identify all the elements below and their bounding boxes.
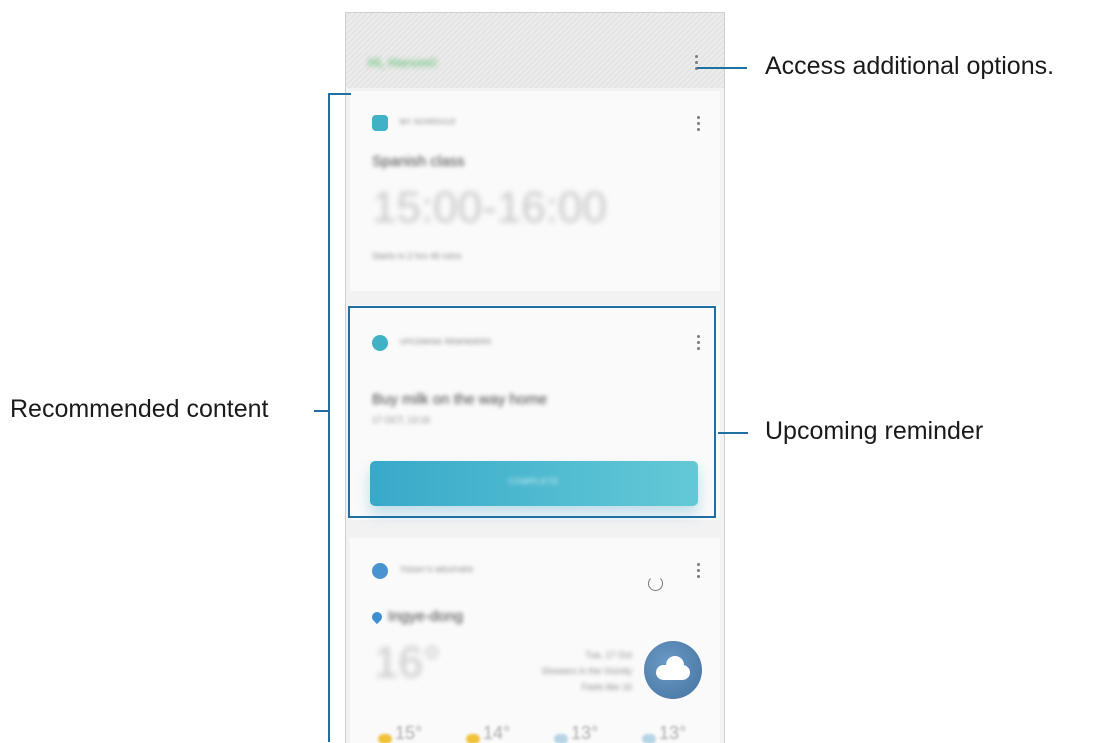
schedule-starts-in: Starts in 2 hrs 46 mins xyxy=(372,251,462,261)
greeting-text: Hi, Harumi! xyxy=(368,55,438,70)
forecast-temp: 14° xyxy=(483,723,511,743)
options-callout-label: Access additional options. xyxy=(765,52,1055,80)
weather-card-title: TODAY'S WEATHER xyxy=(400,567,474,574)
calendar-icon xyxy=(372,115,388,131)
forecast-temp: 13° xyxy=(571,723,599,743)
reminder-highlight-box xyxy=(348,306,716,518)
location-pin-icon xyxy=(369,609,385,625)
reminder-callout-line xyxy=(718,432,748,434)
forecast-item: 15° xyxy=(378,723,422,743)
cloud-icon xyxy=(644,641,702,699)
weather-description: Showers in the Vicinity xyxy=(541,666,632,676)
header-bar: Hi, Harumi! xyxy=(346,13,724,88)
refresh-icon[interactable] xyxy=(648,576,663,591)
recommended-bracket-top xyxy=(328,93,351,95)
forecast-temp: 15° xyxy=(395,723,423,743)
card-more-options-icon[interactable] xyxy=(697,563,701,579)
recommended-callout-line xyxy=(314,410,329,412)
forecast-item: 13° xyxy=(642,723,686,743)
weather-date: Tue, 17 Oct xyxy=(585,650,632,660)
forecast-item: 13° xyxy=(554,723,598,743)
options-callout-line xyxy=(697,67,747,69)
forecast-item: 14° xyxy=(466,723,510,743)
schedule-card[interactable]: MY SCHEDULE Spanish class 15:00-16:00 St… xyxy=(350,91,720,291)
weather-temperature: 16° xyxy=(374,638,441,687)
weather-card[interactable]: TODAY'S WEATHER Ingye-dong 16° Tue, 17 O… xyxy=(350,538,720,743)
weather-feels-like: Feels like 16 xyxy=(581,682,632,692)
schedule-event-name: Spanish class xyxy=(372,153,465,170)
schedule-card-title: MY SCHEDULE xyxy=(400,119,456,126)
forecast-temp: 13° xyxy=(659,723,687,743)
card-more-options-icon[interactable] xyxy=(697,116,701,132)
reminder-callout-label: Upcoming reminder xyxy=(765,417,984,445)
weather-location: Ingye-dong xyxy=(388,608,464,625)
schedule-time: 15:00-16:00 xyxy=(372,183,607,232)
recommended-bracket-line xyxy=(328,93,330,742)
recommended-callout-label: Recommended content xyxy=(10,395,269,423)
weather-icon xyxy=(372,563,388,579)
